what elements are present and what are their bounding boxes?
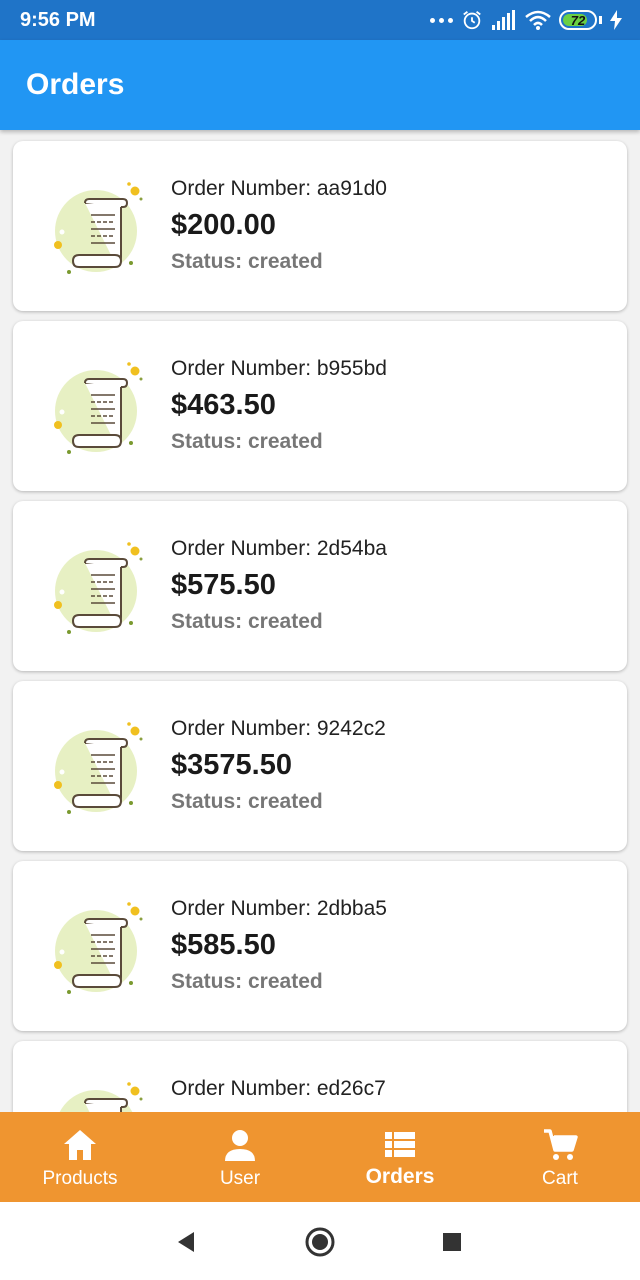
status-bar: 9:56 PM 72 — [0, 0, 640, 40]
nav-user[interactable]: User — [160, 1112, 320, 1202]
order-card[interactable]: Order Number: 2dbba5 $585.50 Status: cre… — [13, 861, 627, 1031]
order-total: $575.50 — [171, 569, 276, 601]
system-navigation-bar — [0, 1202, 640, 1280]
receipt-icon — [53, 361, 144, 455]
page-title: Orders — [26, 68, 125, 101]
charging-icon — [610, 10, 622, 30]
recents-icon[interactable] — [436, 1226, 468, 1258]
order-number: Order Number: b955bd — [171, 357, 387, 380]
status-icons: 72 — [430, 8, 622, 32]
order-total: $585.50 — [171, 929, 276, 961]
order-card[interactable]: Order Number: ed26c7 — [13, 1041, 627, 1112]
app-bar: Orders — [0, 40, 640, 130]
receipt-icon — [53, 181, 144, 275]
order-number: Order Number: 2d54ba — [171, 537, 387, 560]
order-total: $463.50 — [171, 389, 276, 421]
nav-products[interactable]: Products — [0, 1112, 160, 1202]
orders-list[interactable]: Order Number: aa91d0 $200.00 Status: cre… — [0, 130, 640, 1112]
order-number: Order Number: ed26c7 — [171, 1077, 386, 1100]
order-status: Status: created — [171, 970, 323, 993]
order-status: Status: created — [171, 790, 323, 813]
home-button-icon[interactable] — [304, 1226, 336, 1258]
back-icon[interactable] — [172, 1226, 204, 1258]
order-number: Order Number: aa91d0 — [171, 177, 387, 200]
receipt-icon — [53, 721, 144, 815]
alarm-icon — [463, 11, 481, 30]
home-icon — [64, 1130, 96, 1160]
battery-level: 72 — [570, 13, 586, 28]
order-number: Order Number: 2dbba5 — [171, 897, 387, 920]
nav-cart-label: Cart — [542, 1168, 578, 1189]
signal-icon — [492, 10, 515, 30]
nav-user-label: User — [219, 1168, 261, 1189]
order-status: Status: created — [171, 610, 323, 633]
nav-products-label: Products — [42, 1168, 118, 1189]
receipt-icon — [53, 901, 144, 995]
cart-icon — [544, 1129, 578, 1160]
nav-orders[interactable]: Orders — [320, 1112, 480, 1202]
nav-cart[interactable]: Cart — [480, 1112, 640, 1202]
battery-tip — [599, 16, 602, 24]
order-status: Status: created — [171, 250, 323, 273]
order-card[interactable]: Order Number: 2d54ba $575.50 Status: cre… — [13, 501, 627, 671]
more-notifications-icon — [430, 17, 453, 23]
person-icon — [225, 1130, 255, 1161]
order-total: $200.00 — [171, 209, 276, 241]
app-screen: 9:56 PM 72 Orders Order Number: aa91d0 $… — [0, 0, 640, 1280]
order-status: Status: created — [171, 430, 323, 453]
receipt-icon — [53, 541, 144, 635]
status-time: 9:56 PM — [20, 9, 96, 31]
list-icon — [385, 1132, 415, 1157]
order-number: Order Number: 9242c2 — [171, 717, 386, 740]
receipt-icon — [53, 1081, 144, 1112]
wifi-icon — [525, 10, 551, 30]
nav-orders-label: Orders — [365, 1165, 435, 1188]
order-card[interactable]: Order Number: aa91d0 $200.00 Status: cre… — [13, 141, 627, 311]
order-card[interactable]: Order Number: 9242c2 $3575.50 Status: cr… — [13, 681, 627, 851]
bottom-navigation: Products User Orders Cart — [0, 1112, 640, 1202]
battery-icon: 72 — [559, 10, 597, 30]
order-total: $3575.50 — [171, 749, 292, 781]
order-card[interactable]: Order Number: b955bd $463.50 Status: cre… — [13, 321, 627, 491]
